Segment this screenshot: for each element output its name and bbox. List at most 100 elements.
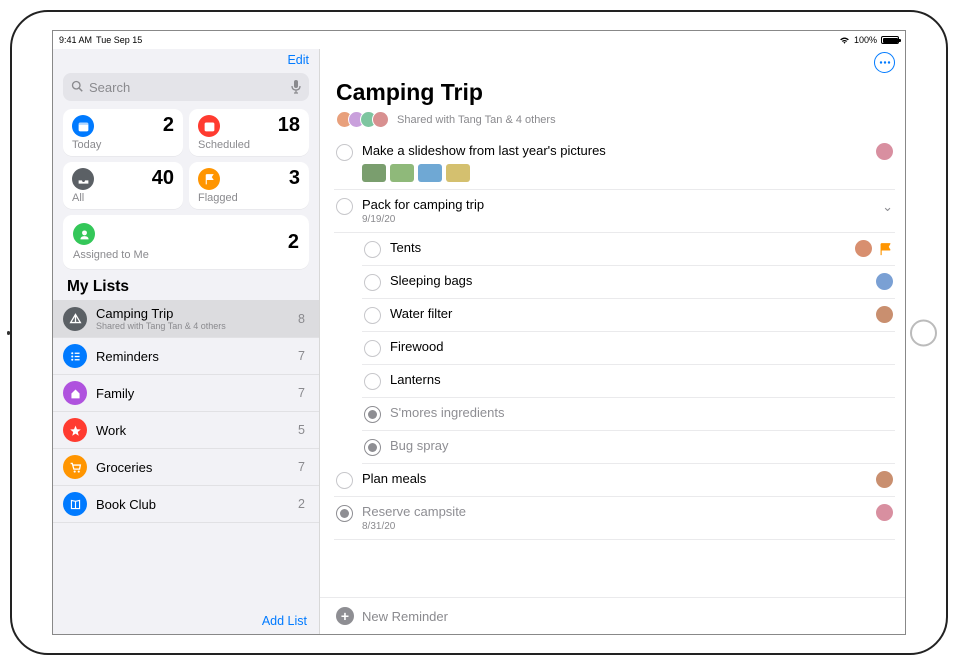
sidebar: Edit Search 2: [53, 49, 320, 634]
list-subtitle: Shared with Tang Tan & 4 others: [96, 321, 289, 331]
wifi-icon: [839, 36, 850, 45]
completion-radio[interactable]: [336, 144, 353, 161]
new-reminder-label: New Reminder: [362, 609, 448, 624]
list-icon: [63, 455, 87, 479]
reminder-row[interactable]: Sleeping bags: [362, 266, 895, 299]
chevron-down-icon[interactable]: ⌄: [882, 199, 893, 215]
volume-button: [7, 331, 10, 335]
completion-radio[interactable]: [336, 472, 353, 489]
image-attachments[interactable]: [362, 164, 867, 182]
sidebar-list-item[interactable]: Reminders 7: [53, 338, 319, 375]
more-button[interactable]: [874, 52, 895, 73]
list-name: Family: [96, 386, 289, 401]
reminder-row[interactable]: Firewood: [362, 332, 895, 365]
sidebar-list-item[interactable]: Family 7: [53, 375, 319, 412]
reminder-row[interactable]: Pack for camping trip 9/19/20 ⌄: [334, 190, 895, 233]
thumbnail[interactable]: [446, 164, 470, 182]
subtask-block: Tents Sleeping bags Water filter Firewoo…: [334, 233, 895, 464]
reminder-title: Reserve campsite: [362, 504, 867, 519]
flag-icon: [198, 168, 220, 190]
list-icon: [63, 381, 87, 405]
completion-radio[interactable]: [364, 274, 381, 291]
list-icon: [63, 418, 87, 442]
sidebar-list-item[interactable]: Work 5: [53, 412, 319, 449]
thumbnail[interactable]: [362, 164, 386, 182]
avatar: [372, 111, 389, 128]
reminders-app: Edit Search 2: [53, 49, 905, 634]
reminder-title: Firewood: [390, 339, 884, 354]
list-icon: [63, 492, 87, 516]
tile-today[interactable]: 2 Today: [63, 109, 183, 156]
search-field[interactable]: Search: [63, 73, 309, 101]
tile-flagged-count: 3: [289, 168, 300, 188]
reminder-row[interactable]: Lanterns: [362, 365, 895, 398]
completion-radio[interactable]: [364, 373, 381, 390]
tile-assigned-label: Assigned to Me: [73, 249, 149, 261]
shared-row[interactable]: Shared with Tang Tan & 4 others: [320, 111, 905, 136]
completion-radio[interactable]: [336, 198, 353, 215]
reminder-title: Tents: [390, 240, 846, 255]
reminder-row[interactable]: Reserve campsite 8/31/20: [334, 497, 895, 540]
assignee-avatar: [876, 306, 893, 323]
thumbnail[interactable]: [418, 164, 442, 182]
tile-today-count: 2: [163, 115, 174, 135]
shared-label: Shared with Tang Tan & 4 others: [397, 114, 556, 126]
person-icon: [73, 223, 95, 245]
list-name: Camping Trip: [96, 306, 289, 321]
completion-radio[interactable]: [364, 307, 381, 324]
sidebar-list-item[interactable]: Book Club 2: [53, 486, 319, 523]
status-bar: 9:41 AM Tue Sep 15 100%: [53, 31, 905, 49]
tile-all-label: All: [72, 192, 174, 204]
list-title: Camping Trip: [320, 75, 905, 111]
tile-flagged[interactable]: 3 Flagged: [189, 162, 309, 209]
ipad-device: 9:41 AM Tue Sep 15 100% Edit Search: [10, 10, 948, 655]
reminder-date: 8/31/20: [362, 521, 867, 532]
reminder-row[interactable]: Water filter: [362, 299, 895, 332]
reminder-title: Sleeping bags: [390, 273, 867, 288]
reminder-row[interactable]: Tents: [362, 233, 895, 266]
list-count: 8: [298, 312, 305, 326]
assignee-avatar: [876, 471, 893, 488]
completion-radio[interactable]: [364, 406, 381, 423]
calendar-icon: [72, 115, 94, 137]
tile-all[interactable]: 40 All: [63, 162, 183, 209]
my-lists-header: My Lists: [53, 269, 319, 300]
plus-icon: +: [336, 607, 354, 625]
reminder-row[interactable]: Bug spray: [362, 431, 895, 464]
list-count: 7: [298, 386, 305, 400]
reminder-row[interactable]: Make a slideshow from last year's pictur…: [334, 136, 895, 190]
reminder-list: Make a slideshow from last year's pictur…: [320, 136, 905, 597]
tile-scheduled-label: Scheduled: [198, 139, 300, 151]
battery-percent: 100%: [854, 35, 877, 45]
tile-scheduled-count: 18: [278, 115, 300, 135]
battery-icon: [881, 36, 899, 44]
reminder-row[interactable]: S'mores ingredients: [362, 398, 895, 431]
list-name: Work: [96, 423, 289, 438]
reminder-date: 9/19/20: [362, 214, 873, 225]
sidebar-list-item[interactable]: Camping TripShared with Tang Tan & 4 oth…: [53, 300, 319, 338]
add-list-button[interactable]: Add List: [53, 608, 319, 634]
edit-button[interactable]: Edit: [287, 53, 309, 67]
detail-pane: Camping Trip Shared with Tang Tan & 4 ot…: [320, 49, 905, 634]
mic-icon[interactable]: [291, 80, 301, 94]
reminder-title: S'mores ingredients: [390, 405, 884, 420]
completion-radio[interactable]: [364, 340, 381, 357]
list-name: Book Club: [96, 497, 289, 512]
tile-assigned[interactable]: Assigned to Me 2: [63, 215, 309, 269]
screen: 9:41 AM Tue Sep 15 100% Edit Search: [52, 30, 906, 635]
list-name: Groceries: [96, 460, 289, 475]
completion-radio[interactable]: [336, 505, 353, 522]
completion-radio[interactable]: [364, 439, 381, 456]
reminder-title: Make a slideshow from last year's pictur…: [362, 143, 867, 158]
sidebar-list-item[interactable]: Groceries 7: [53, 449, 319, 486]
list-count: 5: [298, 423, 305, 437]
tile-scheduled[interactable]: 18 Scheduled: [189, 109, 309, 156]
new-reminder-button[interactable]: + New Reminder: [320, 597, 905, 634]
thumbnail[interactable]: [390, 164, 414, 182]
home-button[interactable]: [910, 319, 937, 346]
reminder-title: Water filter: [390, 306, 867, 321]
completion-radio[interactable]: [364, 241, 381, 258]
tile-flagged-label: Flagged: [198, 192, 300, 204]
reminder-row[interactable]: Plan meals: [334, 464, 895, 497]
reminder-title: Pack for camping trip: [362, 197, 873, 212]
